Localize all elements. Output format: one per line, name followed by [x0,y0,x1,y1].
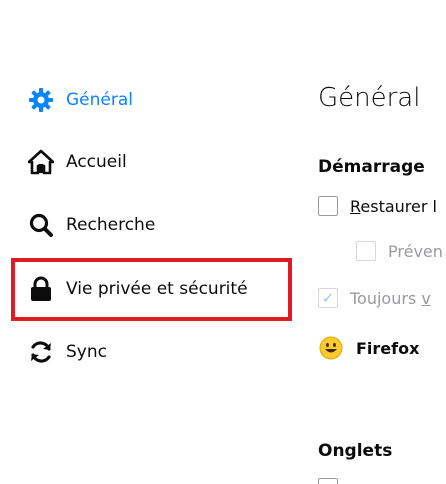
prevent-row: Préven [356,241,443,261]
preferences-sidebar: Général Accueil Recherche Vie privée et … [0,0,300,484]
preferences-main: Général Démarrage Restaurer l Préven ✓ T… [318,0,446,484]
sidebar-item-home[interactable]: Accueil [28,146,127,178]
smiley-icon [318,335,344,361]
sync-icon [28,339,54,365]
search-icon [28,212,54,238]
home-icon [28,149,54,175]
sidebar-item-search[interactable]: Recherche [28,209,155,241]
tabs-first-checkbox[interactable] [318,478,338,484]
section-tabs-heading: Onglets [318,441,393,461]
privacy-highlight-box [11,258,292,321]
gear-icon [28,87,54,113]
firefox-label: Firefox [356,338,420,358]
restore-session-row[interactable]: Restaurer l [318,196,437,216]
always-default-label: Toujours v [350,288,431,308]
prevent-checkbox [356,241,376,261]
sidebar-item-label: Recherche [66,215,156,235]
prevent-label: Préven [388,241,443,261]
always-default-checkbox: ✓ [318,288,338,308]
sidebar-item-general[interactable]: Général [28,84,133,116]
always-default-row: ✓ Toujours v [318,288,431,308]
section-startup-heading: Démarrage [318,157,425,177]
sidebar-item-label: Sync [66,342,107,362]
restore-session-checkbox[interactable] [318,196,338,216]
firefox-default-row: Firefox [318,335,419,361]
sidebar-item-label: Accueil [66,152,127,172]
restore-session-label: Restaurer l [350,196,437,216]
preferences-page: Général Accueil Recherche Vie privée et … [0,0,446,484]
page-title: Général [318,83,421,113]
sidebar-item-label: Général [66,90,133,110]
sidebar-item-sync[interactable]: Sync [28,336,107,368]
